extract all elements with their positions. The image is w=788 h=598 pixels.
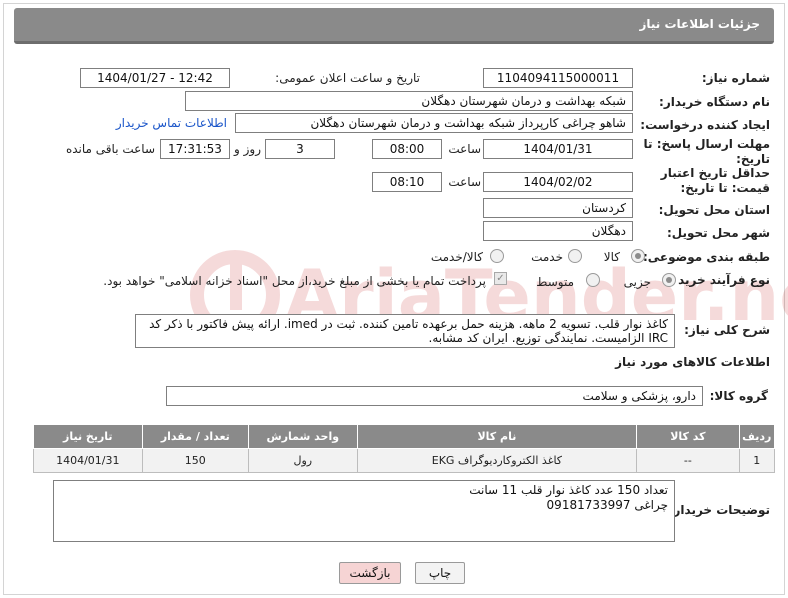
remaining-time-field: 17:31:53: [160, 139, 230, 159]
category-radio-goods[interactable]: [631, 249, 645, 263]
col-header-row-number: ردیف: [738, 424, 776, 449]
price-time-label: ساعت: [448, 175, 481, 189]
category-radio-goods-service[interactable]: [490, 249, 504, 263]
price-date-field: 1404/02/02: [483, 172, 633, 192]
category-label: طبقه بندی موضوعی:: [642, 250, 770, 264]
price-time-field: 08:10: [372, 172, 442, 192]
buyer-org-label: نام دستگاه خریدار:: [659, 95, 770, 109]
goods-table: ردیف کد کالا نام کالا واحد شمارش تعداد /…: [33, 424, 776, 473]
creator-label: ایجاد کننده درخواست:: [640, 118, 770, 132]
reply-time-field: 08:00: [372, 139, 442, 159]
city-field: دهگلان: [483, 221, 633, 241]
goods-info-title: اطلاعات کالاهای مورد نیاز: [615, 355, 770, 369]
cell-quantity: 150: [141, 448, 250, 473]
reply-time-label: ساعت: [448, 142, 481, 156]
process-radio-medium[interactable]: [586, 273, 600, 287]
cell-goods-code: --: [636, 448, 740, 473]
announce-label: تاریخ و ساعت اعلان عمومی:: [275, 71, 420, 85]
goods-group-label: گروه کالا:: [709, 389, 768, 403]
province-field: کردستان: [483, 198, 633, 218]
buyer-notes-label: توضیحات خریدار:: [668, 503, 770, 517]
contact-info-link[interactable]: اطلاعات تماس خریدار: [116, 116, 227, 130]
col-header-unit: واحد شمارش: [248, 424, 358, 449]
process-option-medium: متوسط: [536, 275, 574, 289]
page-header: جزئیات اطلاعات نیاز: [14, 8, 774, 44]
need-number-label: شماره نیاز:: [701, 71, 770, 85]
remaining-time-label: ساعت باقی مانده: [65, 142, 155, 156]
process-radio-minor[interactable]: [662, 273, 676, 287]
process-option-minor: جزیی: [623, 275, 651, 289]
buyer-org-field: شبکه بهداشت و درمان شهرستان دهگلان: [185, 91, 633, 111]
cell-need-date: 1404/01/31: [33, 448, 143, 473]
print-button[interactable]: چاپ: [415, 562, 465, 584]
cell-row-number: 1: [738, 448, 776, 473]
col-header-need-date: تاریخ نیاز: [33, 424, 143, 449]
col-header-quantity: تعداد / مقدار: [141, 424, 250, 449]
table-header-row: ردیف کد کالا نام کالا واحد شمارش تعداد /…: [33, 424, 776, 449]
creator-field: شاهو چراغی کارپرداز شبکه بهداشت و درمان …: [235, 113, 633, 133]
col-header-goods-code: کد کالا: [636, 424, 740, 449]
category-option-goods-service: کالا/خدمت: [430, 250, 483, 264]
province-label: استان محل تحویل:: [658, 203, 770, 217]
goods-group-field: دارو، پزشکی و سلامت: [166, 386, 703, 406]
col-header-goods-name: نام کالا: [356, 424, 638, 449]
city-label: شهر محل تحویل:: [666, 226, 770, 240]
days-field: 3: [265, 139, 335, 159]
buyer-notes-textarea[interactable]: [53, 480, 675, 542]
announce-datetime-field: 1404/01/27 - 12:42: [80, 68, 230, 88]
payment-note: پرداخت تمام یا بخشی از مبلغ خرید،از محل …: [103, 274, 486, 288]
price-validity-label: حداقل تاریخ اعتبار قیمت: تا تاریخ:: [660, 166, 770, 195]
category-option-goods: کالا: [603, 250, 620, 264]
reply-deadline-label: مهلت ارسال پاسخ: تا تاریخ:: [643, 137, 771, 166]
table-row: 1 -- کاغذ الکتروکاردیوگراف EKG رول 150 1…: [33, 448, 776, 473]
page-title: جزئیات اطلاعات نیاز: [639, 17, 760, 31]
payment-checkbox[interactable]: ✓: [494, 272, 507, 285]
description-textarea[interactable]: [135, 314, 675, 348]
reply-date-field: 1404/01/31: [483, 139, 633, 159]
description-label: شرح کلی نیاز:: [684, 323, 770, 337]
cell-goods-name: کاغذ الکتروکاردیوگراف EKG: [356, 448, 638, 473]
days-and-label: روز و: [234, 142, 261, 156]
category-radio-service[interactable]: [568, 249, 582, 263]
category-option-service: خدمت: [531, 250, 563, 264]
cell-unit: رول: [248, 448, 358, 473]
process-label: نوع فرآیند خرید :: [669, 273, 770, 287]
need-number-field: 1104094115000011: [483, 68, 633, 88]
back-button[interactable]: بازگشت: [339, 562, 401, 584]
